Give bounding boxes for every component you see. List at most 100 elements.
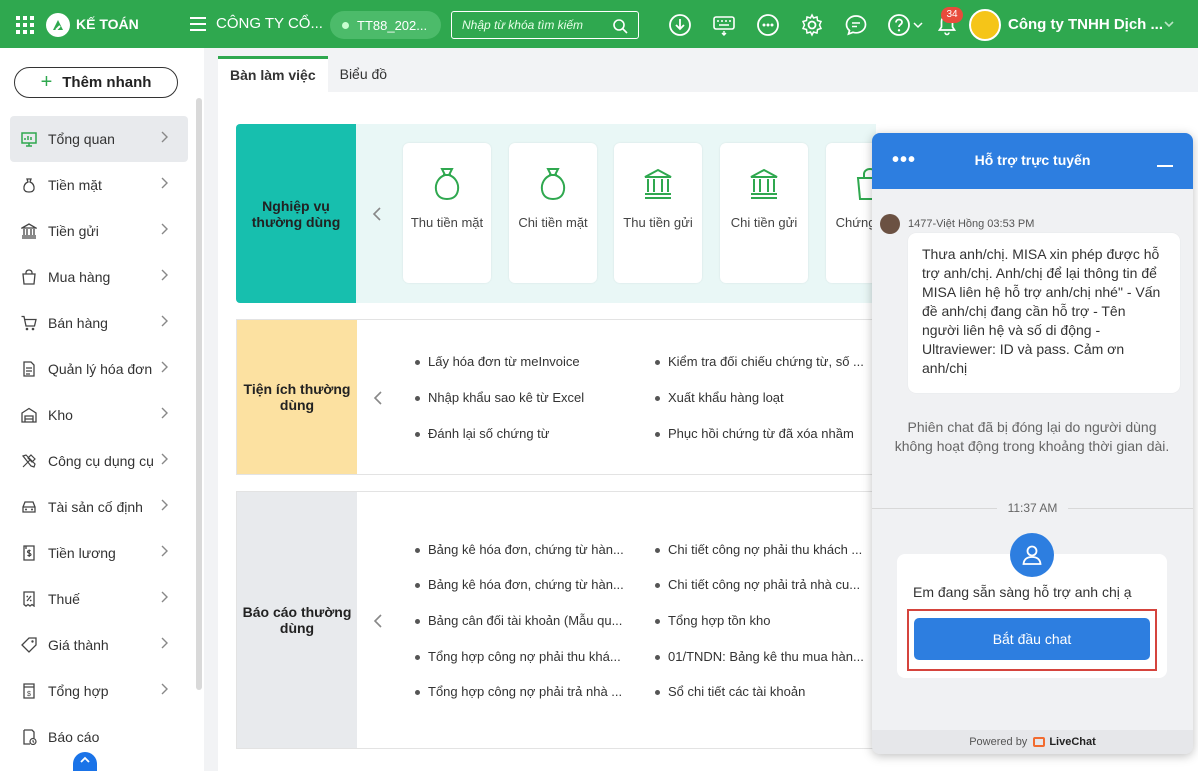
sidebar-item-cong-cu-dung-cu[interactable]: Công cụ dụng cụ [10,438,188,484]
chat-bubble-icon[interactable] [843,12,869,38]
top-bar: KẾ TOÁN CÔNG TY CỔ... TT88_202... 34 Côn… [0,0,1198,48]
sidebar-item-bao-cao[interactable]: Báo cáo [10,714,188,760]
report-link[interactable]: Bảng cân đối tài khoản (Mẫu qu... [414,613,622,628]
live-chat-widget: ••• Hỗ trợ trực tuyến 1477-Việt Hồng 03:… [872,133,1193,754]
sidebar-item-label: Tiền lương [48,545,116,561]
report-link[interactable]: Chi tiết công nợ phải trả nhà cu... [654,577,860,592]
invoice-icon [20,360,38,378]
chevron-left-icon[interactable] [373,613,383,629]
apps-grid-icon[interactable] [16,16,34,34]
ready-text: Em đang sẵn sàng hỗ trợ anh chị ạ [913,584,1132,600]
user-avatar[interactable] [969,9,1001,41]
powered-by-footer[interactable]: Powered by LiveChat [872,730,1193,754]
report-link[interactable]: Sổ chi tiết các tài khoản [654,684,805,699]
agent-message: Thưa anh/chị. MISA xin phép được hỗ trợ … [908,233,1180,393]
database-selector[interactable]: TT88_202... [330,11,441,39]
app-name: KẾ TOÁN [76,16,139,32]
sidebar-item-label: Mua hàng [48,269,111,285]
sidebar-scrollbar[interactable] [196,98,202,690]
report-link[interactable]: Bảng kê hóa đơn, chứng từ hàn... [415,542,624,557]
help-icon[interactable] [886,12,912,38]
operation-card-thu-tien-gui[interactable]: Thu tiền gửi [614,143,702,283]
download-icon[interactable] [667,12,693,38]
chevron-right-icon [161,453,168,465]
sidebar-item-label: Giá thành [48,637,109,653]
warehouse-icon [20,406,38,424]
chevron-right-icon [161,177,168,189]
search-icon[interactable] [612,18,628,34]
sidebar-item-tai-san-co-dinh[interactable]: Tài sản cố định [10,484,188,530]
sidebar-item-gia-thanh[interactable]: Giá thành [10,622,188,668]
report-link[interactable]: 01/TNDN: Bảng kê thu mua hàn... [655,649,864,664]
utility-link[interactable]: Phục hồi chứng từ đã xóa nhầm [655,426,854,441]
sidebar-item-kho[interactable]: Kho [10,392,188,438]
chevron-right-icon [161,223,168,235]
search-box[interactable] [451,11,639,39]
operations-title: Nghiệp vụ thường dùng [236,124,356,303]
utility-link[interactable]: Lấy hóa đơn từ meInvoice [415,354,580,369]
chat-title: Hỗ trợ trực tuyến [974,152,1091,168]
database-name: TT88_202... [357,17,428,33]
sidebar-item-tien-mat[interactable]: Tiền mặt [10,162,188,208]
status-dot-icon [342,21,349,29]
utilities-title: Tiện ích thường dùng [237,320,357,474]
operation-card-label: Thu tiền gửi [623,215,693,230]
agent-avatar [880,214,900,234]
tab-bieu-do[interactable]: Biểu đồ [328,56,399,92]
livechat-logo-icon [1033,737,1046,747]
utility-link[interactable]: Nhập khẩu sao kê từ Excel [414,390,584,405]
search-input[interactable] [462,18,602,32]
sidebar-item-label: Kho [48,407,73,423]
chevron-down-icon[interactable] [913,21,923,29]
money-bag-icon [20,176,38,194]
quick-add-button[interactable]: + Thêm nhanh [14,67,178,98]
sidebar-item-label: Bán hàng [48,315,108,331]
user-name[interactable]: Công ty TNHH Dịch ... [1008,16,1163,33]
sidebar-item-thue[interactable]: Thuế [10,576,188,622]
user-menu-chevron-icon[interactable] [1163,16,1175,32]
sidebar-item-mua-hang[interactable]: Mua hàng [10,254,188,300]
sidebar-item-label: Công cụ dụng cụ [48,453,154,469]
chevron-right-icon [161,269,168,281]
report-icon [20,728,38,746]
tab-ban-lam-viec[interactable]: Bàn làm việc [218,56,328,92]
dashboard-icon [20,130,38,148]
settings-gear-icon[interactable] [799,12,825,38]
utility-link[interactable]: Đánh lại số chứng từ [414,426,549,441]
price-tag-icon [20,636,38,654]
operation-card-chi-tien-gui[interactable]: Chi tiền gửi [720,143,808,283]
utility-link[interactable]: Xuất khẩu hàng loạt [655,390,784,405]
sidebar-item-quan-ly-hoa-don[interactable]: Quản lý hóa đơn [10,346,188,392]
chevron-right-icon [161,131,168,143]
keyboard-icon[interactable] [711,12,737,38]
company-selector[interactable]: CÔNG TY CỔ... [216,15,323,32]
sidebar-item-tien-luong[interactable]: Tiền lương [10,530,188,576]
sidebar-item-tien-gui[interactable]: Tiền gửi [10,208,188,254]
report-link[interactable]: Tổng hợp công nợ phải thu khá... [415,649,621,664]
more-options-icon[interactable] [755,12,781,38]
tax-icon [20,590,38,608]
chevron-left-icon[interactable] [373,390,383,406]
sidebar-item-tong-quan[interactable]: Tổng quan [10,116,188,162]
menu-toggle-icon[interactable] [190,17,206,31]
sidebar-item-ban-hang[interactable]: Bán hàng [10,300,188,346]
operation-card-thu-tien-mat[interactable]: Thu tiền mặt [403,143,491,283]
report-link[interactable]: Tổng hợp tồn kho [654,613,770,628]
report-link[interactable]: Tổng hợp công nợ phải trả nhà ... [414,684,622,699]
chevron-right-icon [161,591,168,603]
plus-icon: + [40,71,53,93]
sidebar-item-tong-hop[interactable]: $ Tổng hợp [10,668,188,714]
scroll-up-button[interactable] [73,752,97,771]
chevron-left-icon[interactable] [372,206,382,222]
utility-link[interactable]: Kiểm tra đối chiếu chứng từ, số ... [655,354,864,369]
start-chat-button[interactable]: Bắt đầu chat [914,618,1150,660]
minimize-icon[interactable] [1157,165,1173,167]
money-bag-icon [540,168,566,201]
report-link[interactable]: Bảng kê hóa đơn, chứng từ hàn... [415,577,624,592]
summary-icon: $ [20,682,38,700]
operations-section: Nghiệp vụ thường dùng Thu tiền mặt Chi t… [236,124,876,303]
sidebar-item-label: Tổng quan [48,131,115,147]
operation-card-chung-tu-mua[interactable]: Chứng mua [826,143,876,283]
report-link[interactable]: Chi tiết công nợ phải thu khách ... [654,542,862,557]
operation-card-chi-tien-mat[interactable]: Chi tiền mặt [509,143,597,283]
